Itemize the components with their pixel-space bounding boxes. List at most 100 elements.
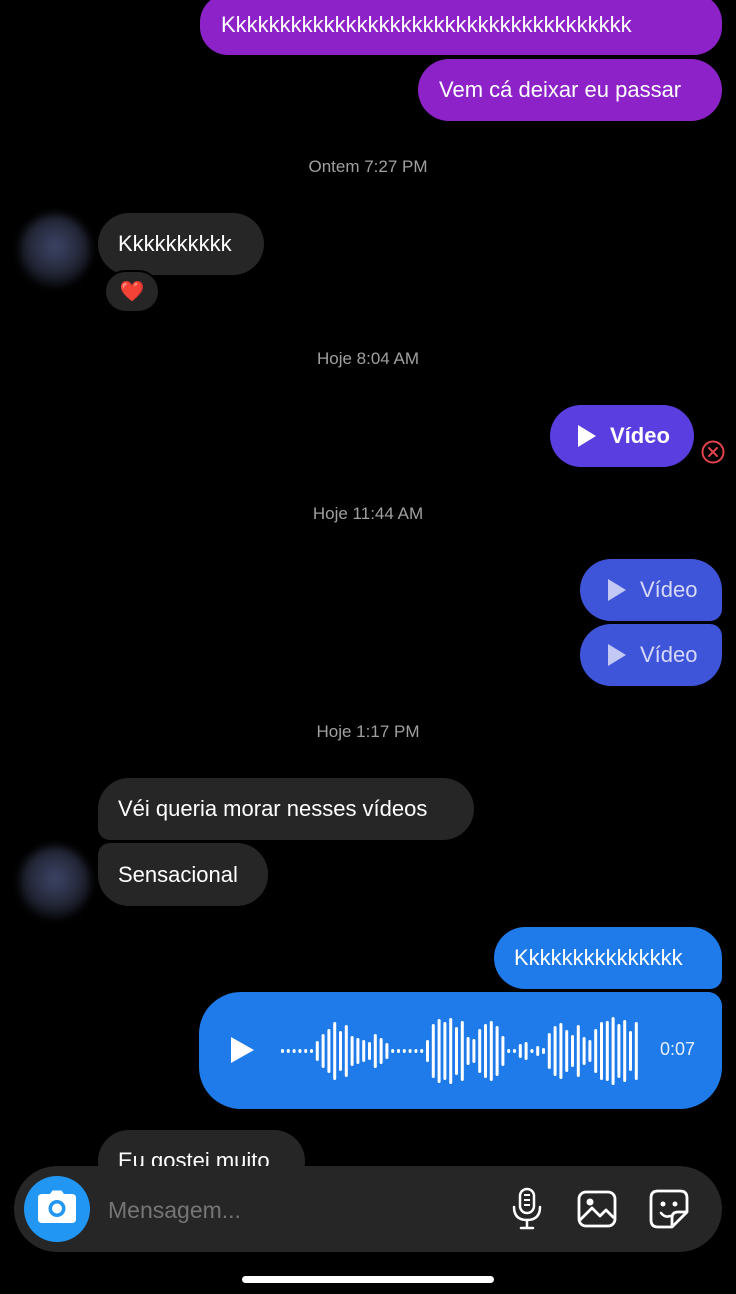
waveform-bar [466, 1037, 470, 1065]
waveform-bar [530, 1049, 534, 1053]
voice-message[interactable]: 0:07 [199, 992, 722, 1109]
video-label: Vídeo [640, 577, 698, 602]
waveform-bar [576, 1025, 580, 1077]
waveform-bar [634, 1022, 638, 1080]
sent-message[interactable]: Vem cá deixar eu passar [418, 59, 722, 121]
waveform-bar [478, 1029, 482, 1073]
timestamp: Ontem 7:27 PM [308, 157, 428, 176]
waveform-bar [391, 1049, 395, 1053]
waveform-bar [431, 1024, 435, 1078]
waveform-bar [588, 1040, 592, 1062]
received-message[interactable]: Sensacional [98, 843, 268, 906]
waveform-bar [594, 1029, 598, 1073]
timestamp: Hoje 11:44 AM [312, 504, 424, 523]
play-icon [608, 579, 626, 601]
waveform-bar [356, 1038, 360, 1064]
waveform-bar [379, 1038, 383, 1064]
waveform-bar [460, 1021, 464, 1081]
play-icon [578, 425, 596, 447]
waveform-bar [484, 1024, 487, 1078]
sticker-icon[interactable] [646, 1186, 692, 1232]
waveform-bar [315, 1041, 319, 1061]
avatar[interactable] [19, 846, 91, 918]
waveform-bar [304, 1049, 308, 1053]
waveform-bar [350, 1036, 354, 1066]
heart-reaction: ❤️ [119, 281, 145, 303]
waveform-bar [536, 1046, 540, 1056]
reaction-badge[interactable]: ❤️ [104, 270, 160, 313]
waveform-bar [362, 1040, 366, 1062]
message-text: Kkkkkkkkkkkkkkk [514, 945, 683, 970]
waveform-bar [489, 1021, 493, 1081]
waveform-bar [611, 1017, 615, 1085]
waveform-bar [344, 1025, 348, 1077]
waveform-bar [472, 1039, 476, 1063]
waveform-bar [542, 1048, 545, 1054]
voice-waveform[interactable] [281, 1010, 643, 1092]
camera-icon [37, 1190, 77, 1229]
waveform-bar [292, 1049, 296, 1053]
received-message[interactable]: Kkkkkkkkkk [98, 213, 264, 275]
waveform-bar [629, 1031, 632, 1071]
waveform-bar [571, 1035, 574, 1067]
waveform-bar [385, 1043, 389, 1059]
waveform-bar [495, 1026, 499, 1076]
waveform-bar [310, 1049, 313, 1053]
waveform-bar [408, 1049, 412, 1053]
waveform-bar [605, 1021, 609, 1081]
waveform-bar [559, 1023, 563, 1079]
sent-message[interactable]: Kkkkkkkkkkkkkkk [494, 927, 722, 989]
video-message[interactable]: Vídeo [580, 624, 722, 686]
voice-duration: 0:07 [660, 1039, 696, 1059]
waveform-bar [623, 1020, 627, 1082]
waveform-bar [582, 1037, 586, 1065]
waveform-bar [513, 1049, 516, 1053]
waveform-bar [449, 1018, 453, 1084]
waveform-bar [600, 1022, 603, 1080]
waveform-bar [402, 1049, 406, 1053]
waveform-bar [321, 1034, 325, 1068]
waveform-bar [518, 1044, 522, 1058]
failed-send-icon[interactable] [700, 439, 726, 465]
waveform-bar [397, 1049, 400, 1053]
video-message[interactable]: Vídeo [550, 405, 694, 467]
waveform-bar [547, 1033, 551, 1069]
waveform-bar [373, 1034, 377, 1068]
message-text: Véi queria morar nesses vídeos [118, 796, 428, 821]
video-label: Vídeo [640, 642, 698, 667]
waveform-bar [565, 1030, 569, 1072]
waveform-bar [327, 1029, 331, 1073]
message-text: Kkkkkkkkkkkkkkkkkkkkkkkkkkkkkkkkkkkkk [221, 11, 632, 37]
message-text: Sensacional [118, 861, 238, 887]
waveform-bar [420, 1049, 424, 1053]
play-icon[interactable] [229, 1036, 255, 1064]
message-text: Kkkkkkkkkk [118, 231, 232, 256]
timestamp: Hoje 8:04 AM [316, 349, 420, 368]
message-text: Vem cá deixar eu passar [439, 77, 682, 102]
waveform-bar [617, 1024, 621, 1078]
home-indicator[interactable] [242, 1276, 494, 1283]
waveform-bar [368, 1042, 371, 1060]
camera-button[interactable] [24, 1176, 90, 1242]
waveform-bar [553, 1026, 557, 1076]
sent-message[interactable]: Kkkkkkkkkkkkkkkkkkkkkkkkkkkkkkkkkkkkk [200, 0, 722, 55]
waveform-bar [281, 1049, 284, 1053]
video-label: Vídeo [610, 423, 670, 448]
avatar[interactable] [19, 214, 91, 286]
waveform-bar [507, 1049, 511, 1053]
play-icon [608, 644, 626, 666]
waveform-bar [501, 1036, 505, 1066]
waveform-bar [414, 1049, 418, 1053]
microphone-icon[interactable] [504, 1186, 550, 1232]
video-message[interactable]: Vídeo [580, 559, 722, 621]
waveform-bar [286, 1049, 290, 1053]
waveform-bar [333, 1022, 337, 1080]
waveform-bar [339, 1031, 342, 1071]
waveform-bar [298, 1049, 302, 1053]
waveform-bar [437, 1019, 441, 1083]
waveform-bar [443, 1022, 447, 1080]
image-icon[interactable] [574, 1186, 620, 1232]
message-input[interactable] [106, 1190, 490, 1230]
waveform-bar [455, 1027, 458, 1075]
received-message[interactable]: Véi queria morar nesses vídeos [98, 778, 474, 840]
